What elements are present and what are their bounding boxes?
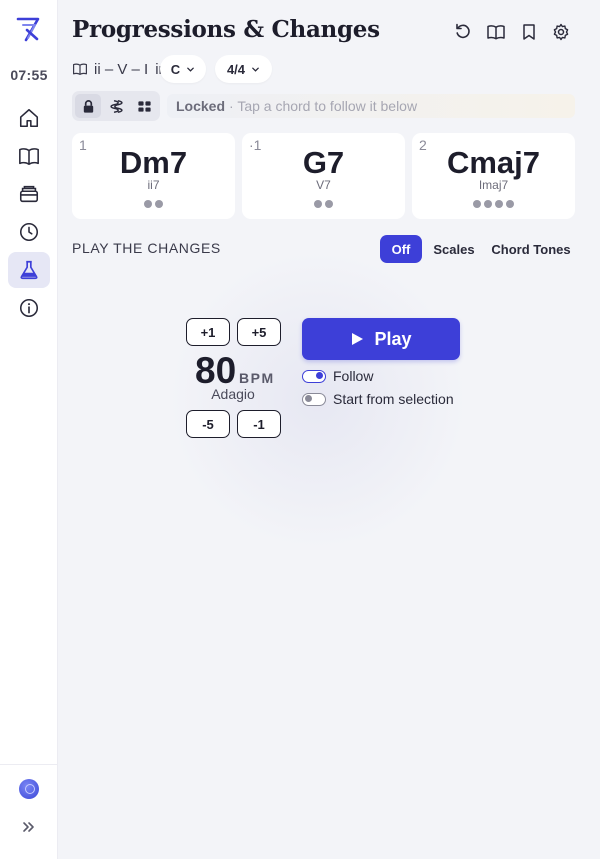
follow-switch[interactable]	[302, 369, 326, 383]
status-state: Locked	[176, 98, 226, 114]
chord-name: G7	[302, 145, 345, 180]
reset-icon	[456, 23, 470, 39]
book-open-icon	[487, 25, 505, 40]
sidebar-item-library[interactable]	[8, 138, 50, 174]
follow-mode-button[interactable]	[103, 94, 129, 118]
sidebar-item-home[interactable]	[8, 100, 50, 136]
beat-dot	[314, 200, 322, 208]
status-hint: · Tap a chord to follow it below	[229, 98, 418, 114]
chord-beats	[412, 200, 575, 208]
chord-card-dm7[interactable]: 1 Dm7 ii7	[72, 133, 235, 219]
bookmark-icon	[523, 24, 535, 40]
time-signature-select[interactable]: 4/4	[215, 55, 272, 83]
info-icon	[19, 298, 39, 318]
book-open-icon	[19, 148, 39, 166]
beat-dot	[484, 200, 492, 208]
clock-icon	[19, 222, 39, 242]
play-label: Play	[374, 328, 412, 349]
home-icon	[19, 108, 39, 128]
chord-roman-numeral: V7	[316, 178, 331, 192]
lock-mode-button[interactable]	[75, 94, 101, 118]
play-button[interactable]: Play	[302, 318, 460, 360]
grid-mode-button[interactable]	[131, 94, 157, 118]
beat-dot	[473, 200, 481, 208]
app-logo-icon[interactable]	[14, 14, 44, 44]
key-value: C	[170, 61, 181, 77]
beat-dot	[325, 200, 333, 208]
follow-toggle[interactable]: Follow	[302, 367, 373, 385]
chord-beats	[242, 200, 405, 208]
chord-beats	[72, 200, 235, 208]
chord-card-g7[interactable]: ·1 G7 V7	[242, 133, 405, 219]
follow-label: Follow	[333, 368, 374, 384]
bookmark-button[interactable]	[519, 22, 539, 42]
sidebar-item-info[interactable]	[8, 290, 50, 326]
beat-dot	[155, 200, 163, 208]
scroll-track-icon	[109, 99, 123, 113]
section-label-play-changes: PLAY THE CHANGES	[72, 240, 221, 256]
view-mode-group	[72, 91, 160, 121]
tempo-plus-1-button[interactable]: +1	[186, 318, 230, 346]
sidebar-item-archive[interactable]	[8, 176, 50, 212]
time-signature-value: 4/4	[226, 61, 246, 77]
chord-roman-numeral: Imaj7	[478, 178, 509, 192]
expand-sidebar-icon[interactable]	[19, 817, 39, 837]
settings-button[interactable]	[551, 22, 571, 42]
page-title: Progressions & Changes	[72, 16, 380, 43]
tempo-minus-5-button[interactable]: -5	[186, 410, 230, 438]
archive-icon	[19, 185, 39, 203]
progression-name[interactable]: ii – V – I	[94, 61, 148, 78]
tempo-plus-5-button[interactable]: +5	[237, 318, 281, 346]
lock-icon	[83, 99, 93, 113]
mode-off-button[interactable]: Off	[380, 235, 422, 263]
start-from-selection-label: Start from selection	[333, 391, 454, 407]
library-button[interactable]	[486, 22, 506, 42]
chevron-down-icon	[187, 67, 195, 72]
reset-button[interactable]	[453, 22, 473, 42]
chord-roman-numeral: ii7	[147, 178, 160, 192]
chord-name: Dm7	[119, 145, 188, 180]
start-from-selection-toggle[interactable]: Start from selection	[302, 390, 454, 408]
chevron-down-icon	[252, 67, 259, 72]
sidebar-item-history[interactable]	[8, 214, 50, 250]
mode-chord-tones-button[interactable]: Chord Tones	[488, 235, 574, 263]
beat-dot	[144, 200, 152, 208]
tempo-marking: Adagio	[211, 386, 255, 402]
start-from-selection-switch[interactable]	[302, 392, 326, 406]
sidebar-item-lab[interactable]	[8, 252, 50, 288]
sidebar: 07:55	[0, 0, 58, 859]
avatar[interactable]	[19, 779, 39, 799]
chord-name: Cmaj7	[446, 145, 541, 180]
mode-scales-button[interactable]: Scales	[428, 235, 480, 263]
play-icon	[352, 333, 364, 345]
flask-icon	[20, 260, 38, 280]
main-content: Progressions & Changes ii – V – I in C	[58, 0, 600, 859]
settings-icon	[553, 23, 569, 41]
progression-row: ii – V – I in	[72, 56, 167, 82]
book-open-icon	[73, 63, 87, 75]
chord-card-cmaj7[interactable]: 2 Cmaj7 Imaj7	[412, 133, 575, 219]
clock: 07:55	[10, 67, 48, 83]
beat-dot	[495, 200, 503, 208]
beat-dot	[506, 200, 514, 208]
grid-icon	[137, 100, 151, 112]
status-bar: Locked · Tap a chord to follow it below	[167, 94, 575, 118]
bpm-unit: BPM	[239, 370, 275, 386]
tempo-minus-1-button[interactable]: -1	[237, 410, 281, 438]
key-select[interactable]: C	[160, 55, 206, 83]
sidebar-divider	[0, 764, 58, 765]
